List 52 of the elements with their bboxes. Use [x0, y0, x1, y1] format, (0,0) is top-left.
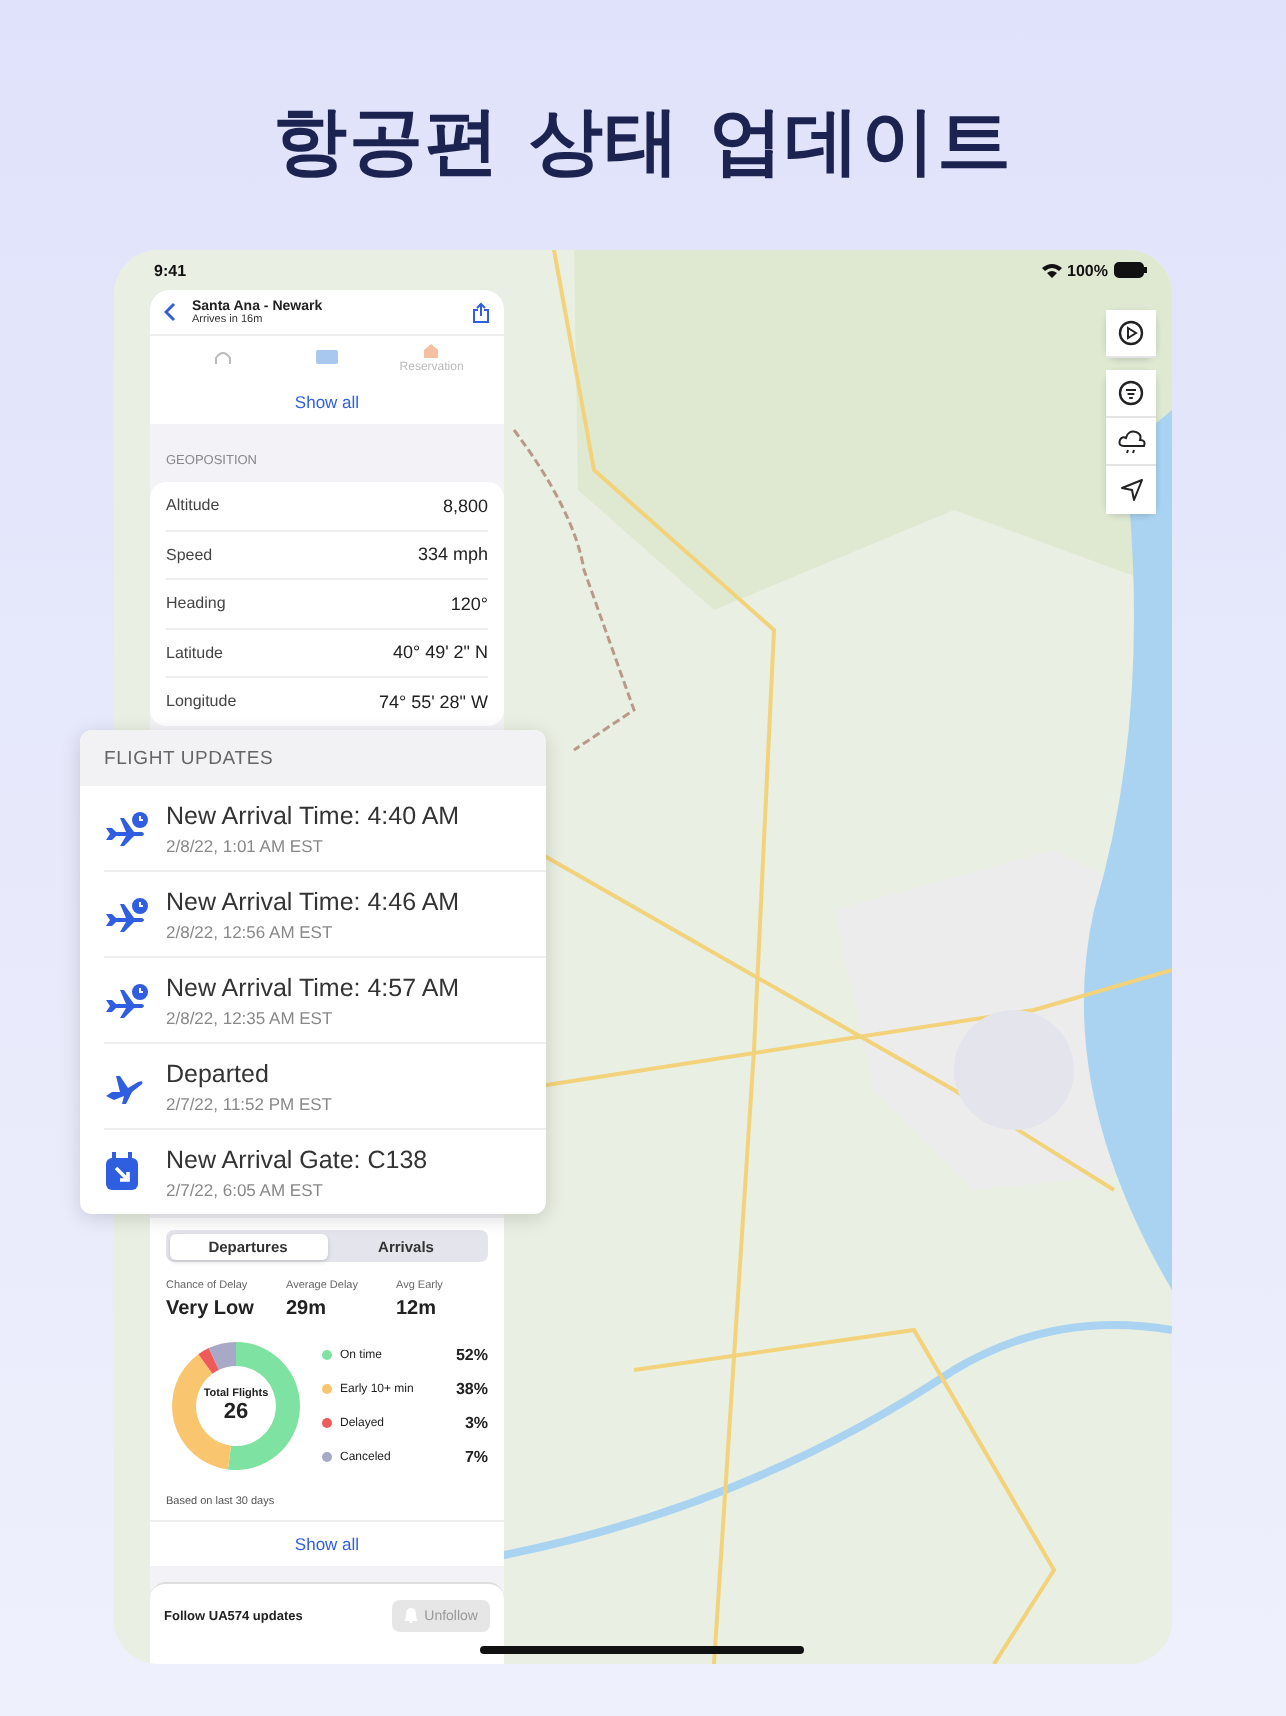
share-icon[interactable] [472, 301, 490, 323]
gate-calendar-icon [104, 1152, 140, 1192]
row-value: 40° 49' 2" N [392, 642, 488, 663]
status-time: 9:41 [154, 261, 187, 279]
metric-value: 12m [396, 1298, 439, 1320]
legend-percent: 52% [455, 1346, 488, 1364]
legend-percent: 7% [464, 1448, 488, 1466]
update-title: New Arrival Time: 4:40 AM [166, 801, 460, 829]
headline: 항공편 상태 업데이트 [271, 96, 1015, 188]
screen-icon [315, 350, 338, 366]
playback-button[interactable] [1106, 310, 1156, 358]
row-value: 334 mph [417, 544, 488, 565]
total-value: 26 [223, 1400, 249, 1424]
update-title: New Arrival Time: 4:57 AM [166, 973, 460, 1001]
bell-icon [404, 1608, 419, 1624]
update-title: New Arrival Gate: C138 [166, 1145, 428, 1173]
filter-button[interactable] [1106, 370, 1156, 418]
filter-icon [1118, 380, 1144, 406]
location-button[interactable] [1106, 466, 1156, 514]
row-label: Longitude [166, 692, 237, 711]
update-time: 2/8/22, 12:56 AM EST [166, 921, 335, 941]
row-value: 8,800 [442, 495, 488, 516]
row-label: Latitude [166, 643, 223, 662]
legend-percent: 3% [464, 1414, 488, 1432]
plane-clock-icon [104, 896, 148, 932]
row-label: Speed [166, 545, 213, 564]
update-title: New Arrival Time: 4:46 AM [166, 887, 460, 915]
update-time: 2/7/22, 6:05 AM EST [166, 1179, 325, 1199]
update-time: 2/8/22, 12:35 AM EST [166, 1007, 335, 1027]
battery-icon [1114, 262, 1148, 278]
legend-percent: 38% [455, 1380, 488, 1398]
metric-value: 29m [286, 1298, 329, 1320]
row-value: 74° 55' 28" W [378, 691, 488, 712]
play-circle-icon [1118, 320, 1144, 346]
section-heading: FLIGHT UPDATES [80, 730, 546, 786]
wifi-icon [1041, 262, 1062, 278]
row-value: 120° [450, 593, 488, 614]
headphones-icon [213, 350, 232, 366]
update-time: 2/8/22, 1:01 AM EST [166, 835, 325, 855]
location-arrow-icon [1119, 478, 1143, 502]
battery-percent: 100% [1067, 261, 1108, 279]
row-label: Heading [166, 594, 226, 613]
plane-clock-icon [104, 982, 148, 1018]
house-icon [422, 342, 441, 358]
row-label: Altitude [166, 496, 220, 515]
update-time: 2/7/22, 11:52 PM EST [166, 1093, 332, 1113]
back-chevron-icon[interactable] [164, 302, 176, 322]
weather-button[interactable] [1106, 418, 1156, 466]
update-title: Departed [166, 1059, 271, 1087]
cloud-icon [1117, 428, 1145, 454]
metric-value: Very Low [166, 1298, 256, 1320]
plane-clock-icon [104, 810, 148, 846]
